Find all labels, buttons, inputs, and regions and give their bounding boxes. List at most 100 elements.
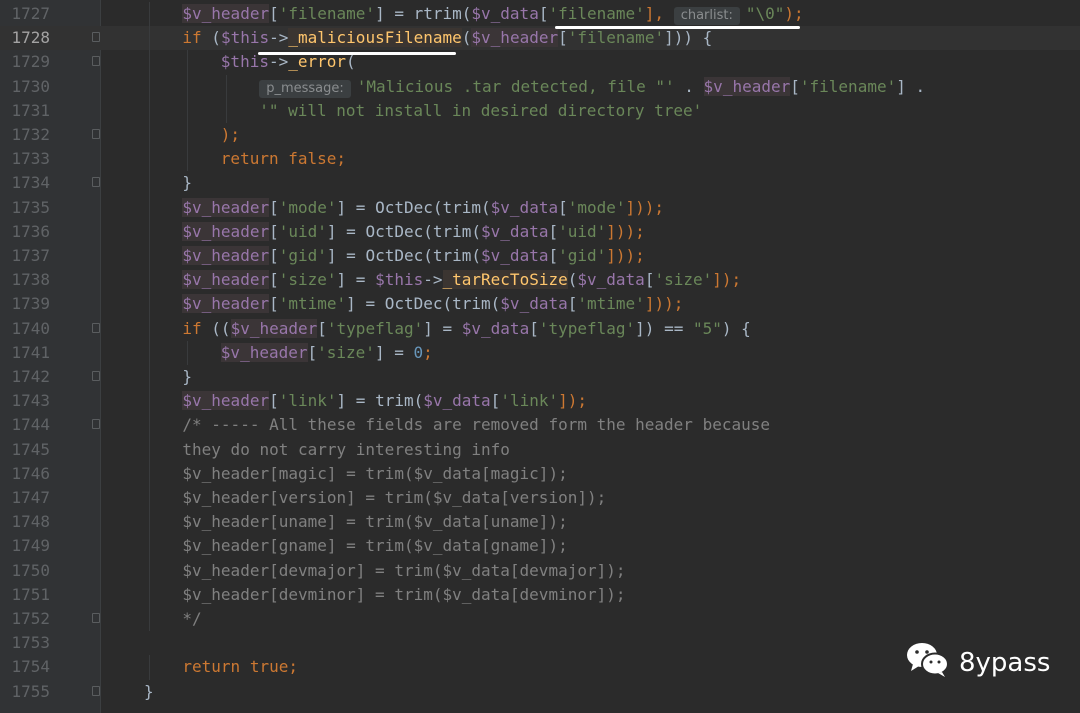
code-line[interactable]: 1727 $v_header['filename'] = rtrim($v_dat… (0, 2, 1080, 27)
code-token: ] = OctDec(trim( (346, 294, 501, 314)
code-text: p_message: 'Malicious .tar detected, file… (259, 75, 925, 99)
code-token: 'uid' (278, 221, 327, 241)
line-number[interactable]: 1746 (0, 462, 50, 486)
line-number[interactable]: 1752 (0, 607, 50, 631)
code-token: [ (790, 76, 800, 96)
code-token: [ (317, 318, 327, 338)
code-line[interactable]: 1745 they do not carry interesting info (0, 437, 1080, 462)
code-line[interactable]: 1732); (0, 123, 1080, 148)
line-number[interactable]: 1728 (0, 26, 50, 50)
code-line[interactable]: 1736 $v_header['uid'] = OctDec(trim($v_da… (0, 219, 1080, 244)
code-line[interactable]: 1733 return false; (0, 147, 1080, 172)
line-number[interactable]: 1753 (0, 631, 50, 655)
code-line[interactable]: 1730 p_message: 'Malicious .tar detected, … (0, 74, 1080, 99)
code-text: return false; (221, 147, 346, 171)
line-number[interactable]: 1733 (0, 147, 50, 171)
indent-guide (187, 98, 189, 123)
code-line[interactable]: 1737 $v_header['gid'] = OctDec(trim($v_da… (0, 244, 1080, 269)
line-number[interactable]: 1730 (0, 75, 50, 99)
fold-marker-icon[interactable] (92, 371, 100, 381)
code-token: 0 (413, 342, 424, 362)
line-number[interactable]: 1732 (0, 123, 50, 147)
code-line[interactable]: 1751 $v_header[devminor] = trim($v_data[d… (0, 582, 1080, 607)
fold-marker-icon[interactable] (92, 129, 100, 139)
code-text: $v_header['mtime'] = OctDec(trim($v_data… (182, 292, 683, 316)
line-number[interactable]: 1749 (0, 534, 50, 558)
code-text: */ (182, 607, 201, 631)
fold-marker-icon[interactable] (92, 322, 100, 333)
indent-guide (187, 340, 189, 365)
code-token: ); (784, 4, 804, 23)
code-line[interactable]: 1729 $this->_error( (0, 50, 1080, 75)
code-line[interactable]: 1738 $v_header['size'] = $this->_tarRecTo… (0, 268, 1080, 293)
code-token: 'filename' (548, 4, 645, 23)
code-token: ])); (606, 221, 645, 241)
line-number[interactable]: 1755 (0, 680, 50, 704)
code-token: $v_header[devminor] = trim($v_data[devmi… (182, 584, 626, 604)
code-token: ]); (712, 270, 742, 290)
line-number[interactable]: 1729 (0, 50, 50, 74)
line-number[interactable]: 1742 (0, 365, 50, 389)
fold-marker-icon[interactable] (92, 177, 100, 188)
code-line[interactable]: 1747 $v_header[version] = trim($v_data[ve… (0, 486, 1080, 511)
code-token: $v_header (182, 391, 270, 411)
line-number[interactable]: 1754 (0, 655, 50, 679)
line-number[interactable]: 1751 (0, 583, 50, 607)
line-number[interactable]: 1741 (0, 341, 50, 365)
code-line[interactable]: 1741 $v_header['size'] = 0; (0, 340, 1080, 365)
code-line[interactable]: 1749 $v_header[gname] = trim($v_data[gnam… (0, 534, 1080, 559)
line-number[interactable]: 1737 (0, 244, 50, 268)
code-line[interactable]: 1734} (0, 171, 1080, 196)
indent-guide (148, 655, 150, 680)
code-line[interactable]: 1740 if (($v_header['typeflag'] = $v_data… (0, 316, 1080, 341)
code-token: ] = trim( (336, 391, 424, 411)
line-number[interactable]: 1747 (0, 486, 50, 510)
fold-marker-icon[interactable] (92, 56, 100, 67)
line-number[interactable]: 1738 (0, 268, 50, 292)
code-line[interactable]: 1744 /* ----- All these fields are remove… (0, 413, 1080, 438)
code-text: $v_header[version] = trim($v_data[versio… (182, 486, 606, 510)
code-token: $v_header[magic] = trim($v_data[magic]); (182, 463, 568, 483)
line-number[interactable]: 1735 (0, 196, 50, 220)
code-token: ], (644, 4, 674, 23)
code-line[interactable]: 1750 $v_header[devmajor] = trim($v_data[d… (0, 558, 1080, 583)
fold-marker-icon[interactable] (92, 685, 100, 696)
code-token: $v_data (500, 294, 568, 314)
code-text: $v_header[devminor] = trim($v_data[devmi… (182, 583, 625, 607)
line-number[interactable]: 1748 (0, 510, 50, 534)
code-line[interactable]: 1743 $v_header['link'] = trim($v_data['li… (0, 389, 1080, 414)
code-token: [ (644, 270, 655, 290)
code-text: $v_header[devmajor] = trim($v_data[devma… (182, 559, 625, 583)
line-number[interactable]: 1744 (0, 413, 50, 437)
code-line[interactable]: 1731 '" will not install in desired direc… (0, 98, 1080, 123)
code-token: ] = OctDec(trim( (336, 197, 491, 217)
line-number[interactable]: 1745 (0, 438, 50, 462)
line-number[interactable]: 1750 (0, 559, 50, 583)
code-token: ] = (374, 342, 414, 362)
indent-guide (148, 292, 150, 317)
indent-guide (148, 607, 150, 632)
code-token: ])); (644, 294, 684, 314)
code-line[interactable]: 1752 */ (0, 607, 1080, 632)
code-line[interactable]: 1739 $v_header['mtime'] = OctDec(trim($v_… (0, 292, 1080, 317)
code-line[interactable]: 1735 $v_header['mode'] = OctDec(trim($v_d… (0, 195, 1080, 220)
line-number[interactable]: 1736 (0, 220, 50, 244)
code-line[interactable]: 1728 if ($this->_maliciousFilename($v_hea… (0, 26, 1080, 51)
indent-guide (187, 123, 189, 148)
line-number[interactable]: 1740 (0, 317, 50, 341)
line-number[interactable]: 1734 (0, 171, 50, 195)
code-line[interactable]: 1746 $v_header[magic] = trim($v_data[magi… (0, 461, 1080, 486)
code-line[interactable]: 1748 $v_header[uname] = trim($v_data[unam… (0, 510, 1080, 535)
line-number[interactable]: 1731 (0, 99, 50, 123)
fold-marker-icon[interactable] (92, 613, 100, 623)
code-line[interactable]: 1742} (0, 365, 1080, 390)
line-number[interactable]: 1739 (0, 292, 50, 316)
line-number[interactable]: 1743 (0, 389, 50, 413)
line-number[interactable]: 1727 (0, 2, 50, 26)
code-token: 'gid' (278, 246, 327, 265)
fold-marker-icon[interactable] (92, 419, 100, 430)
indent-guide (148, 365, 150, 390)
code-editor[interactable]: 1727 $v_header['filename'] = rtrim($v_dat… (0, 0, 1080, 713)
code-token: 'size' (654, 270, 713, 290)
fold-marker-icon[interactable] (92, 32, 100, 43)
